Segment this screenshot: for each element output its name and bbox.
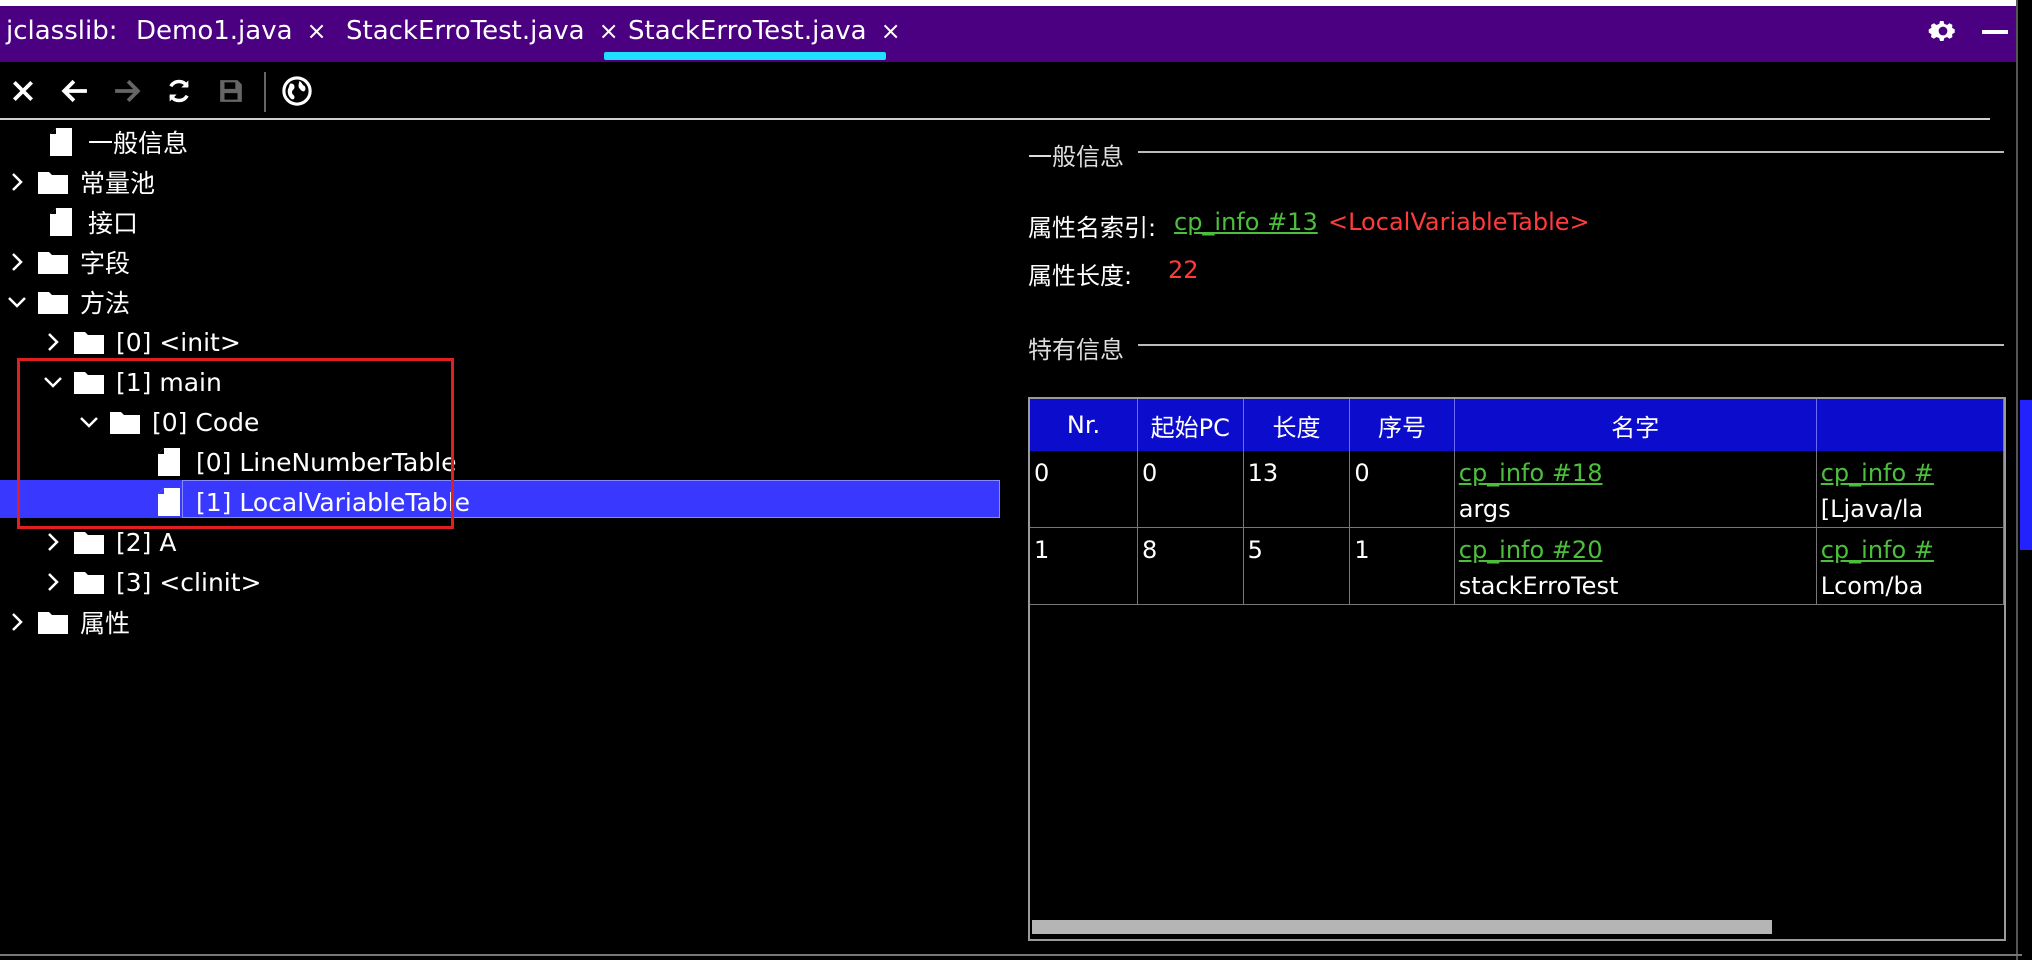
folder-icon [38,247,68,277]
tree-item-general-info[interactable]: 一般信息 [0,122,1000,162]
window-bottom-border [0,954,2022,956]
horizontal-scrollbar[interactable] [1032,920,1772,934]
tab-label: Demo1.java [136,16,293,46]
chevron-right-icon[interactable] [6,612,28,632]
annotation-highlight-box [17,358,454,529]
file-icon [46,207,76,237]
name-value: args [1458,495,1511,523]
tree-item-label: 一般信息 [88,129,189,158]
tab-stackerrotest-1[interactable]: StackErroTest.java × [346,16,619,46]
save-icon[interactable] [214,74,248,108]
back-arrow-icon[interactable] [58,74,92,108]
tab-stackerrotest-2[interactable]: StackErroTest.java × [628,16,901,46]
chevron-right-icon[interactable] [42,532,64,552]
folder-icon [38,167,68,197]
column-header-start-pc[interactable]: 起始PC [1137,399,1244,451]
close-tab-icon[interactable]: × [599,17,619,45]
close-tab-icon[interactable]: × [307,17,327,45]
name-value: stackErroTest [1458,572,1619,600]
folder-icon [74,567,104,597]
local-variable-table[interactable]: Nr. 起始PC 长度 序号 名字 0 0 13 0 cp_info #18 a… [1028,397,2006,941]
globe-icon[interactable] [280,74,314,108]
column-header-index[interactable]: 序号 [1349,399,1455,451]
chevron-down-icon[interactable] [6,295,28,309]
cell-start-pc: 8 [1137,527,1244,605]
folder-icon [74,527,104,557]
column-header-nr[interactable]: Nr. [1030,399,1138,451]
descriptor-cp-link[interactable]: cp_info # [1821,532,1999,568]
cell-index: 0 [1349,451,1455,528]
tree-item-label: [3] <clinit> [116,567,262,597]
column-header-length[interactable]: 长度 [1243,399,1351,451]
cell-nr: 1 [1030,527,1138,605]
tree-item-method-init[interactable]: [0] <init> [0,322,1000,362]
column-header-name[interactable]: 名字 [1454,399,1817,451]
close-icon[interactable] [6,74,40,108]
tree-item-method-clinit[interactable]: [3] <clinit> [0,562,1000,602]
toolbar-divider [0,118,1990,120]
attr-name-index-value: <LocalVariableTable> [1328,208,1590,236]
cell-nr: 0 [1030,451,1138,528]
cell-name: cp_info #20 stackErroTest [1454,527,1817,605]
chevron-right-icon[interactable] [6,252,28,272]
file-icon [46,127,76,157]
tree-item-methods[interactable]: 方法 [0,282,1000,322]
tree-item-label: 常量池 [80,169,156,198]
chevron-right-icon[interactable] [42,332,64,352]
toolbar-separator [264,72,266,112]
cell-index: 1 [1349,527,1455,605]
attr-name-index-label: 属性名索引: [1028,214,1157,242]
forward-arrow-icon[interactable] [110,74,144,108]
descriptor-cp-link[interactable]: cp_info # [1821,455,1999,491]
cell-name: cp_info #18 args [1454,451,1817,528]
cell-descriptor: cp_info # [Ljava/la [1816,451,2004,528]
tree-item-label: 方法 [80,289,131,318]
attr-name-index-link[interactable]: cp_info #13 [1174,208,1318,236]
scrollbar-thumb[interactable] [2020,400,2032,550]
table-row[interactable]: 0 0 13 0 cp_info #18 args cp_info # [Lja… [1030,451,2004,528]
chevron-right-icon[interactable] [6,172,28,192]
name-cp-link[interactable]: cp_info #18 [1459,455,1812,491]
tree-item-interfaces[interactable]: 接口 [0,202,1000,242]
tree-item-label: 接口 [88,209,139,238]
app-name: jclasslib: [6,16,118,46]
tab-label: StackErroTest.java [346,16,585,46]
folder-icon [74,327,104,357]
tree-item-constant-pool[interactable]: 常量池 [0,162,1000,202]
tree-item-label: [0] <init> [116,327,241,357]
gear-icon[interactable] [1928,16,1958,54]
tab-label: StackErroTest.java [628,16,867,46]
tree-item-label: [2] A [116,527,177,557]
close-tab-icon[interactable]: × [881,17,901,45]
cell-descriptor: cp_info # Lcom/ba [1816,527,2004,605]
cell-length: 5 [1243,527,1351,605]
column-header-descriptor[interactable] [1816,399,2004,451]
section-title-specific: 特有信息 [1028,336,1124,364]
tree-item-label: 字段 [80,249,131,278]
folder-icon [38,287,68,317]
chevron-right-icon[interactable] [42,572,64,592]
cell-length: 13 [1243,451,1351,528]
descriptor-value: [Ljava/la [1820,495,1924,523]
tree-item-fields[interactable]: 字段 [0,242,1000,282]
section-divider [1138,344,2004,346]
tree-item-attributes[interactable]: 属性 [0,602,1000,642]
tab-demo1[interactable]: Demo1.java × [136,16,327,46]
attr-length-value: 22 [1168,256,1199,284]
tree-item-label: 属性 [80,609,131,638]
folder-icon [38,607,68,637]
attr-length-label: 属性长度: [1028,262,1133,290]
refresh-icon[interactable] [162,74,196,108]
name-cp-link[interactable]: cp_info #20 [1459,532,1812,568]
descriptor-value: Lcom/ba [1820,572,1924,600]
active-tab-indicator [604,52,886,60]
cell-start-pc: 0 [1137,451,1244,528]
table-header-row: Nr. 起始PC 长度 序号 名字 [1030,399,2004,451]
section-title-general: 一般信息 [1028,143,1124,171]
section-divider [1138,151,2004,153]
toolbar [0,62,1990,118]
minimize-button[interactable] [1982,30,2008,34]
table-row[interactable]: 1 8 5 1 cp_info #20 stackErroTest cp_inf… [1030,527,2004,605]
